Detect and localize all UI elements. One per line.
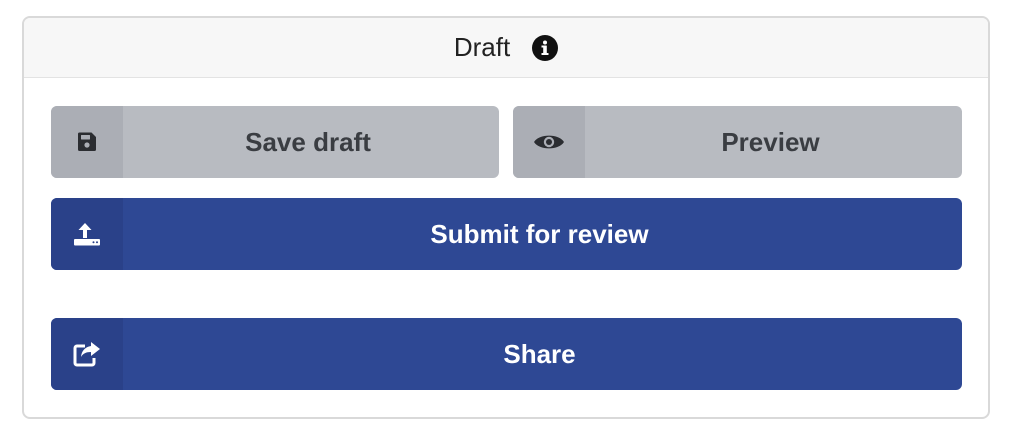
eye-icon — [513, 106, 585, 178]
share-icon — [51, 318, 123, 390]
panel-header: Draft — [24, 18, 988, 78]
preview-label: Preview — [721, 126, 820, 157]
info-icon[interactable] — [532, 34, 559, 61]
submit-for-review-button[interactable]: Submit for review — [51, 198, 962, 270]
save-draft-label: Save draft — [245, 126, 371, 157]
preview-button[interactable]: Preview — [513, 106, 962, 178]
submit-for-review-label: Submit for review — [430, 218, 649, 249]
draft-panel: Draft Save draft Preview Submit for revi… — [22, 16, 990, 419]
upload-icon — [51, 198, 123, 270]
save-draft-button[interactable]: Save draft — [51, 106, 499, 178]
floppy-disk-icon — [51, 106, 123, 178]
panel-title: Draft — [453, 32, 511, 62]
share-label: Share — [503, 338, 576, 369]
share-button[interactable]: Share — [51, 318, 962, 390]
